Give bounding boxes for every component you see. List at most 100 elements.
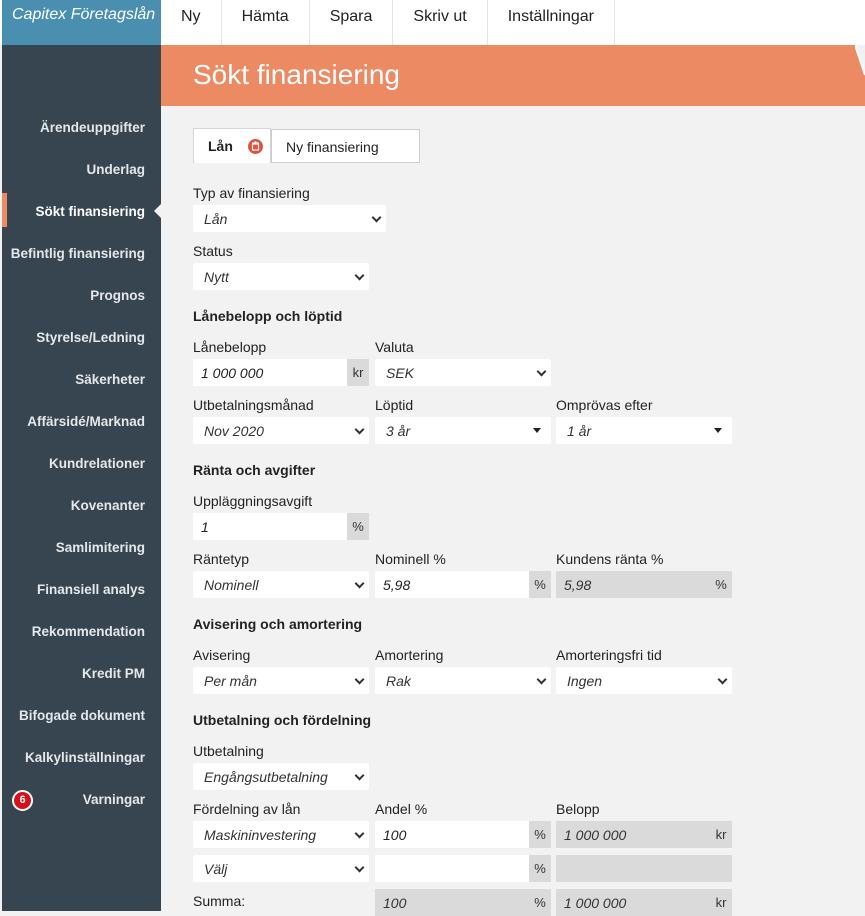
chevron-down-icon — [536, 674, 547, 685]
review-after-label: Omprövas efter — [556, 397, 653, 413]
notification-value: Per mån — [204, 673, 257, 689]
sidebar-item-sokt-finansiering[interactable]: Sökt finansiering — [35, 204, 145, 219]
sidebar-item-rekommendation[interactable]: Rekommendation — [32, 624, 145, 639]
rate-type-value: Nominell — [204, 577, 259, 593]
setup-fee-unit: % — [347, 513, 369, 540]
trash-icon[interactable] — [248, 139, 263, 154]
share-input-row1[interactable]: 100 — [375, 821, 529, 848]
sidebar-item-kovenanter[interactable]: Kovenanter — [71, 498, 145, 513]
share-unit-row2: % — [529, 855, 551, 882]
active-indicator — [2, 193, 7, 227]
menu-open[interactable]: Hämta — [222, 0, 310, 45]
term-value: 3 år — [386, 423, 411, 439]
allocation-value-row1: Maskininvestering — [204, 827, 317, 843]
loan-amount-label: Lånebelopp — [193, 339, 267, 355]
rate-type-select[interactable]: Nominell — [193, 571, 369, 598]
payout-select[interactable]: Engångsutbetalning — [193, 763, 369, 790]
chevron-down-icon — [354, 424, 365, 435]
status-select[interactable]: Nytt — [193, 263, 369, 290]
financing-type-value: Lån — [204, 211, 228, 227]
sidebar-item-bifogade-dokument[interactable]: Bifogade dokument — [19, 708, 145, 723]
payout-month-value: Nov 2020 — [204, 423, 264, 439]
review-after-select[interactable]: 1 år — [556, 417, 732, 444]
payout-month-select[interactable]: Nov 2020 — [193, 417, 369, 444]
amortization-value: Rak — [386, 673, 411, 689]
menu-save[interactable]: Spara — [310, 0, 394, 45]
customer-rate-unit: % — [710, 571, 732, 598]
customer-rate-label: Kundens ränta % — [556, 551, 664, 567]
share-unit-row1: % — [529, 821, 551, 848]
amount-label: Belopp — [556, 801, 600, 817]
section-heading-avisering: Avisering och amortering — [193, 616, 363, 632]
share-label: Andel % — [375, 801, 428, 817]
chevron-down-icon — [371, 212, 382, 223]
sum-label: Summa: — [193, 893, 246, 909]
term-select[interactable]: 3 år — [375, 417, 551, 444]
payout-label: Utbetalning — [193, 743, 264, 759]
menu-print[interactable]: Skriv ut — [393, 0, 488, 45]
sidebar-item-arendeuppgifter[interactable]: Ärendeuppgifter — [40, 120, 145, 135]
financing-name-input[interactable]: Ny finansiering — [271, 129, 420, 163]
amortization-free-value: Ingen — [567, 673, 603, 689]
warning-count-badge: 6 — [12, 790, 33, 811]
customer-rate-value: 5,98 — [556, 571, 710, 598]
notification-label: Avisering — [193, 647, 251, 663]
sidebar: Ärendeuppgifter Underlag Sökt finansieri… — [2, 45, 162, 911]
amount-value-row1: 1 000 000 — [556, 821, 710, 848]
setup-fee-input[interactable]: 1 — [193, 513, 347, 540]
banner-decoration — [855, 45, 865, 76]
setup-fee-label: Uppläggningsavgift — [193, 493, 313, 509]
section-heading-utbetalning: Utbetalning och fördelning — [193, 712, 372, 728]
sidebar-item-sakerheter[interactable]: Säkerheter — [75, 372, 145, 387]
menu-new[interactable]: Ny — [161, 0, 222, 45]
menu-settings[interactable]: Inställningar — [488, 0, 616, 45]
sum-share-unit: % — [529, 889, 551, 916]
currency-label: Valuta — [375, 339, 414, 355]
chevron-down-icon — [354, 578, 365, 589]
tab-lan[interactable]: Lån — [193, 128, 271, 163]
sidebar-item-prognos[interactable]: Prognos — [90, 288, 145, 303]
currency-select[interactable]: SEK — [375, 359, 551, 386]
chevron-down-icon — [354, 828, 365, 839]
caret-down-icon — [533, 428, 541, 433]
sidebar-item-finansiell-analys[interactable]: Finansiell analys — [37, 582, 145, 597]
sidebar-item-underlag[interactable]: Underlag — [86, 162, 145, 177]
allocation-label: Fördelning av lån — [193, 801, 301, 817]
status-label: Status — [193, 243, 233, 259]
sum-amount-value: 1 000 000 — [556, 889, 710, 916]
rate-type-label: Räntetyp — [193, 551, 250, 567]
page-title: Sökt finansiering — [193, 59, 401, 90]
active-arrow — [154, 203, 162, 219]
sidebar-item-kredit-pm[interactable]: Kredit PM — [82, 666, 145, 681]
notification-select[interactable]: Per mån — [193, 667, 369, 694]
loan-amount-unit: kr — [347, 359, 369, 386]
chevron-down-icon — [717, 674, 728, 685]
amortization-free-select[interactable]: Ingen — [556, 667, 732, 694]
nominal-rate-label: Nominell % — [375, 551, 446, 567]
allocation-select-row2[interactable]: Välj — [193, 855, 369, 882]
sidebar-item-varningar[interactable]: Varningar — [83, 792, 145, 807]
share-input-row2[interactable] — [375, 855, 529, 882]
chevron-down-icon — [354, 770, 365, 781]
chevron-down-icon — [354, 862, 365, 873]
sidebar-item-samlimitering[interactable]: Samlimitering — [56, 540, 145, 555]
sidebar-item-styrelse[interactable]: Styrelse/Ledning — [36, 330, 145, 345]
sidebar-item-kundrelationer[interactable]: Kundrelationer — [49, 456, 145, 471]
top-menu: Ny Hämta Spara Skriv ut Inställningar — [161, 0, 616, 45]
review-after-value: 1 år — [567, 423, 592, 439]
sidebar-item-kalkylinstallningar[interactable]: Kalkylinställningar — [25, 750, 145, 765]
chevron-down-icon — [536, 366, 547, 377]
app-logo[interactable]: Capitex Företagslån — [2, 0, 161, 45]
payout-month-label: Utbetalningsmånad — [193, 397, 314, 413]
sidebar-item-befintlig-finansiering[interactable]: Befintlig finansiering — [11, 246, 145, 261]
nominal-rate-input[interactable]: 5,98 — [375, 571, 529, 598]
allocation-select-row1[interactable]: Maskininvestering — [193, 821, 369, 848]
top-bar: Capitex Företagslån Ny Hämta Spara Skriv… — [0, 0, 865, 45]
section-heading-ranta: Ränta och avgifter — [193, 462, 316, 478]
financing-type-select[interactable]: Lån — [193, 205, 386, 232]
amortization-select[interactable]: Rak — [375, 667, 551, 694]
section-heading-lanebelopp: Lånebelopp och löptid — [193, 308, 343, 324]
loan-amount-input[interactable]: 1 000 000 — [193, 359, 347, 386]
sidebar-item-affarside[interactable]: Affärsidé/Marknad — [27, 414, 145, 429]
amortization-label: Amortering — [375, 647, 444, 663]
